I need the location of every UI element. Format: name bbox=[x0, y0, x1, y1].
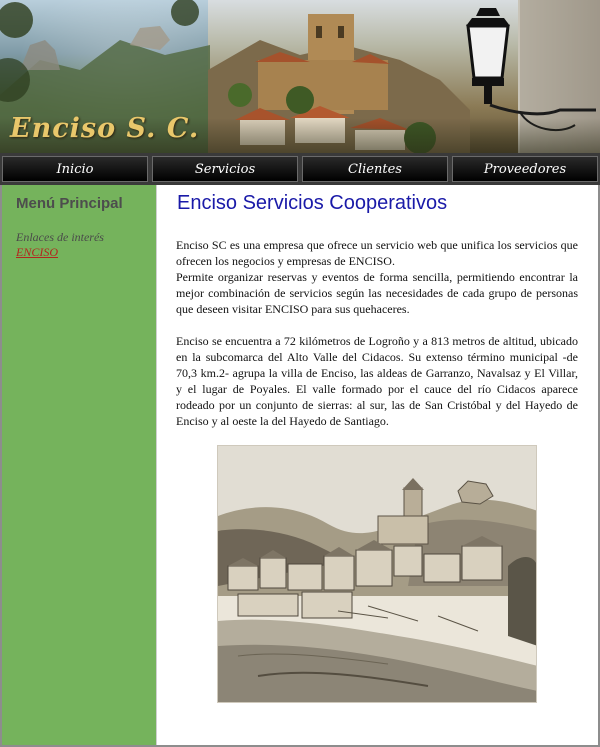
sidebar-link-enciso[interactable]: ENCISO bbox=[16, 245, 58, 260]
nav-inicio[interactable]: Inicio bbox=[2, 156, 148, 182]
sidebar: Menú Principal Enlaces de interés ENCISO bbox=[2, 185, 156, 745]
intro-text-2: Permite organizar reservas y eventos de … bbox=[176, 270, 578, 316]
nav-servicios[interactable]: Servicios bbox=[152, 156, 298, 182]
village-sketch-drawing bbox=[218, 446, 536, 702]
sidebar-title: Menú Principal bbox=[16, 195, 123, 212]
nav-clientes[interactable]: Clientes bbox=[302, 156, 448, 182]
description-paragraph: Enciso se encuentra a 72 kilómetros de L… bbox=[176, 334, 578, 428]
main-content: Enciso Servicios Cooperativos Enciso SC … bbox=[156, 185, 598, 745]
village-sketch-image bbox=[217, 445, 537, 703]
nav-proveedores[interactable]: Proveedores bbox=[452, 156, 598, 182]
site-logo: Enciso S. C. bbox=[10, 113, 200, 144]
page-title: Enciso Servicios Cooperativos bbox=[177, 192, 448, 214]
intro-paragraph: Enciso SC es una empresa que ofrece un s… bbox=[176, 237, 578, 317]
sidebar-links-heading: Enlaces de interés bbox=[16, 230, 104, 244]
intro-text: Enciso SC es una empresa que ofrece un s… bbox=[176, 238, 578, 268]
street-lamp-icon bbox=[466, 8, 510, 104]
header-banner: Enciso S. C. bbox=[0, 0, 600, 153]
main-nav: Inicio Servicios Clientes Proveedores bbox=[0, 153, 600, 185]
